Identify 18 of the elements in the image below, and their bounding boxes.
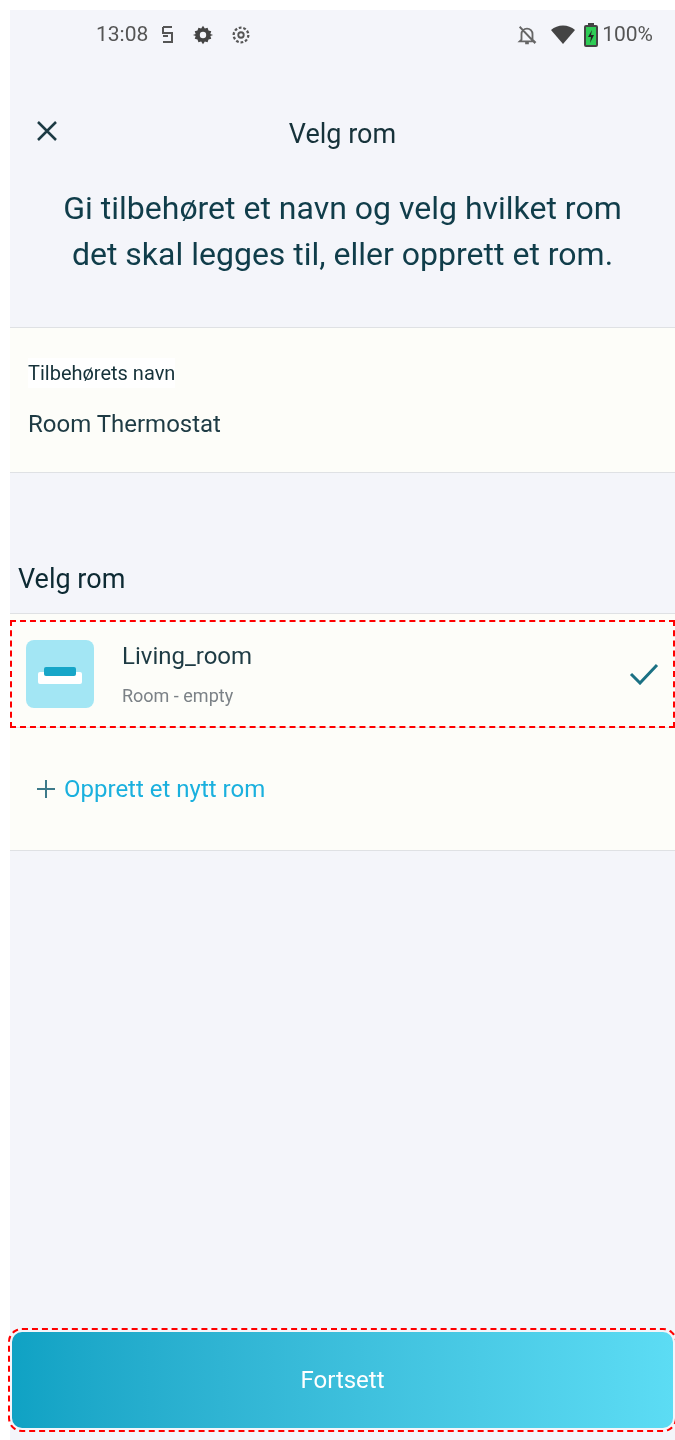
name-field[interactable]: Room Thermostat (28, 405, 657, 442)
room-item[interactable]: Living_room Room - empty (10, 620, 675, 728)
close-icon[interactable] (36, 120, 58, 142)
battery-icon (584, 23, 599, 47)
page-title: Velg rom (288, 117, 397, 152)
room-status: Room - empty (122, 684, 235, 708)
room-name: Living_room (122, 641, 254, 672)
check-icon (629, 662, 659, 685)
sofa-icon (26, 639, 94, 708)
battery-level: 100% (602, 21, 653, 49)
instruction-text: Gi tilbehøret et navn og velg hvilket rom det skal legges til, eller opprett et rom. (62, 187, 623, 275)
section-heading: Velg rom (17, 561, 127, 597)
wifi-icon (550, 24, 577, 46)
mute-icon (516, 24, 539, 46)
settings-icon (192, 24, 215, 46)
plus-icon (36, 779, 56, 799)
field-label: Tilbehørets navn (28, 357, 176, 388)
status-time: 13:08 (96, 21, 149, 49)
